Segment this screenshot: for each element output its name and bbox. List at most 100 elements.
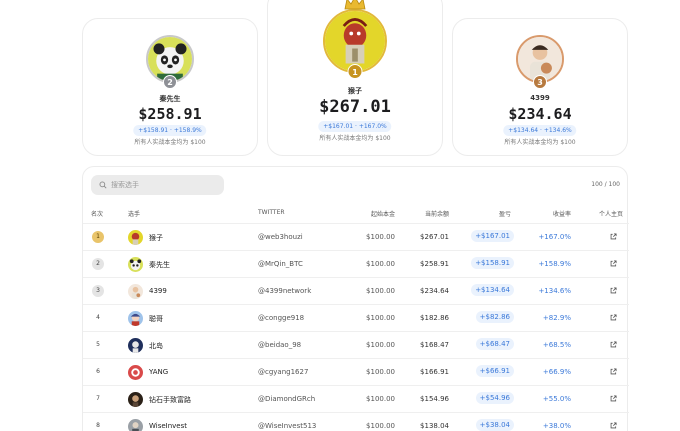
pnl-pill: +$38.04 xyxy=(475,419,514,431)
table-row[interactable]: 6 YANG @cgyang1627 $100.00 $166.91 +$66.… xyxy=(83,358,629,385)
return-rate: +55.0% xyxy=(542,395,571,403)
twitter-handle[interactable]: @web3houzi xyxy=(258,233,303,241)
header-profile: 个人主页 xyxy=(598,211,623,218)
twitter-handle[interactable]: @4399network xyxy=(258,287,311,295)
header-initial-capital: 起始本金 xyxy=(370,211,395,218)
return-rate: +134.6% xyxy=(538,287,571,295)
table-row[interactable]: 3 4399 @4399network $100.00 $234.64 +$13… xyxy=(83,277,629,304)
current-balance: $267.01 xyxy=(420,233,449,241)
dark-avatar xyxy=(128,392,143,407)
twitter-handle[interactable]: @MrQin_BTC xyxy=(258,260,303,268)
table-row[interactable]: 4 聪哥 @congge918 $100.00 $182.86 +$82.86 … xyxy=(83,304,629,331)
external-link-icon[interactable] xyxy=(610,233,617,240)
rank-badge: 1 xyxy=(92,231,104,243)
leaderboard-panel: 100 / 100 名次 选手 TWITTER 起始本金 当前余额 盈亏 收益率… xyxy=(82,166,629,431)
initial-capital: $100.00 xyxy=(366,395,395,403)
podium-pnl: +$134.64 xyxy=(508,127,539,134)
initial-capital: $100.00 xyxy=(366,287,395,295)
panda-avatar xyxy=(128,257,143,272)
header-twitter: TWITTER xyxy=(258,209,285,216)
external-link-icon[interactable] xyxy=(610,395,617,402)
return-rate: +68.5% xyxy=(542,341,571,349)
player-name: 钻石手致富路 xyxy=(149,396,191,404)
table-row[interactable]: 7 钻石手致富路 @DiamondGRch $100.00 $154.96 +$… xyxy=(83,385,629,412)
table-row[interactable]: 1 猴子 @web3houzi $100.00 $267.01 +$167.01… xyxy=(83,223,629,250)
podium-card-rank-2[interactable]: 2 秦先生 $258.91 +$158.91 · +158.9% 所有人实战本金… xyxy=(82,18,258,156)
player-name: 聪哥 xyxy=(149,315,163,323)
initial-capital: $100.00 xyxy=(366,314,395,322)
pnl-pill: +$167.01 xyxy=(471,230,514,242)
twitter-handle[interactable]: @DiamondGRch xyxy=(258,395,315,403)
monkey-avatar xyxy=(128,230,143,245)
current-balance: $166.91 xyxy=(420,368,449,376)
rank-badge: 7 xyxy=(96,395,100,402)
podium-rate: +134.6% xyxy=(543,127,572,134)
rank-badge: 2 xyxy=(92,258,104,270)
podium-rate: +158.9% xyxy=(173,127,202,134)
rank-badge: 4 xyxy=(96,314,100,321)
rank-badge: 8 xyxy=(96,422,100,429)
header-return-rate: 收益率 xyxy=(552,211,571,218)
table-row[interactable]: 2 秦先生 @MrQin_BTC $100.00 $258.91 +$158.9… xyxy=(83,250,629,277)
pnl-pill: +$134.64 xyxy=(471,284,514,296)
red-avatar xyxy=(128,365,143,380)
current-balance: $168.47 xyxy=(420,341,449,349)
header-rank: 名次 xyxy=(91,211,104,218)
podium-player-name: 4399 xyxy=(530,94,550,102)
podium-pnl: +$167.01 xyxy=(323,123,354,130)
initial-capital: $100.00 xyxy=(366,341,395,349)
player-name: 北岛 xyxy=(149,342,163,350)
podium-balance: $267.01 xyxy=(319,97,391,117)
external-link-icon[interactable] xyxy=(610,368,617,375)
leaderboard-page: 2 秦先生 $258.91 +$158.91 · +158.9% 所有人实战本金… xyxy=(0,0,680,431)
anime-avatar xyxy=(128,311,143,326)
player-name: 秦先生 xyxy=(149,261,170,269)
current-balance: $258.91 xyxy=(420,260,449,268)
search-input[interactable] xyxy=(111,178,216,192)
return-rate: +167.0% xyxy=(538,233,571,241)
grey-avatar xyxy=(128,419,143,431)
podium-pnl-pill: +$158.91 · +158.9% xyxy=(133,125,207,136)
podium-card-rank-3[interactable]: 3 4399 $234.64 +$134.64 · +134.6% 所有人实战本… xyxy=(452,18,628,156)
external-link-icon[interactable] xyxy=(610,422,617,429)
podium-note: 所有人实战本金均为 $100 xyxy=(319,135,391,142)
pnl-pill: +$82.86 xyxy=(475,311,514,323)
player-name: 4399 xyxy=(149,287,167,295)
external-link-icon[interactable] xyxy=(610,341,617,348)
search-box[interactable] xyxy=(91,175,224,195)
twitter-handle[interactable]: @beidao_98 xyxy=(258,341,301,349)
podium-player-name: 秦先生 xyxy=(159,95,181,103)
rank-badge: 3 xyxy=(92,285,104,297)
current-balance: $182.86 xyxy=(420,314,449,322)
twitter-handle[interactable]: @congge918 xyxy=(258,314,304,322)
podium-rate: +167.0% xyxy=(358,123,387,130)
podium-avatar-wrap: 2 xyxy=(146,35,194,89)
pnl-pill: +$158.91 xyxy=(471,257,514,269)
podium-balance: $234.64 xyxy=(508,105,572,123)
search-icon xyxy=(99,181,107,189)
twitter-handle[interactable]: @cgyang1627 xyxy=(258,368,308,376)
crown-icon xyxy=(344,0,366,10)
current-balance: $138.04 xyxy=(420,422,449,430)
result-count: 100 / 100 xyxy=(591,181,620,188)
external-link-icon[interactable] xyxy=(610,314,617,321)
return-rate: +38.0% xyxy=(542,422,571,430)
table-row[interactable]: 8 WiseInvest @WiseInvest513 $100.00 $138… xyxy=(83,412,629,431)
rank-badge: 6 xyxy=(96,368,100,375)
podium-card-rank-1[interactable]: 1 猴子 $267.01 +$167.01 · +167.0% 所有人实战本金均… xyxy=(267,0,443,156)
person-with-dog-avatar xyxy=(128,284,143,299)
return-rate: +158.9% xyxy=(538,260,571,268)
return-rate: +66.9% xyxy=(542,368,571,376)
header-pnl: 盈亏 xyxy=(498,211,511,218)
podium-pnl: +$158.91 xyxy=(138,127,169,134)
pnl-pill: +$54.96 xyxy=(475,392,514,404)
table-row[interactable]: 5 北岛 @beidao_98 $100.00 $168.47 +$68.47 … xyxy=(83,331,629,358)
pnl-pill: +$66.91 xyxy=(475,365,514,377)
twitter-handle[interactable]: @WiseInvest513 xyxy=(258,422,316,430)
external-link-icon[interactable] xyxy=(610,287,617,294)
current-balance: $154.96 xyxy=(420,395,449,403)
current-balance: $234.64 xyxy=(420,287,449,295)
initial-capital: $100.00 xyxy=(366,422,395,430)
external-link-icon[interactable] xyxy=(610,260,617,267)
podium-avatar-wrap: 3 xyxy=(516,35,564,89)
